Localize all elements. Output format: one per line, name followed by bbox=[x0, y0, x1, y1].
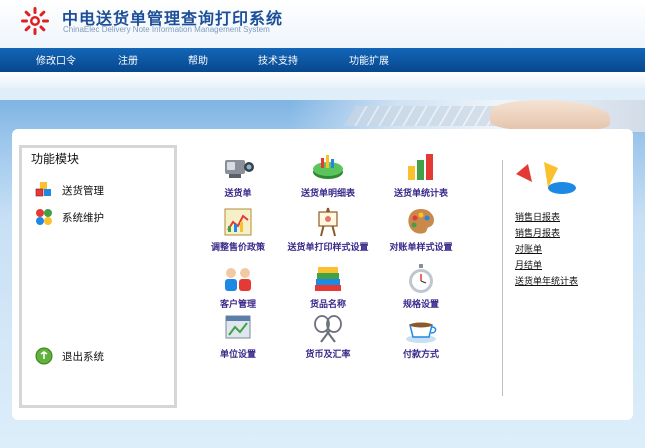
logout-label: 退出系统 bbox=[62, 350, 104, 363]
cubes-icon bbox=[35, 182, 51, 197]
grid-item-label: 对账单样式设置 bbox=[389, 243, 453, 253]
sidebar-item-maintenance[interactable]: 系统维护 bbox=[34, 206, 104, 228]
grid-item-label: 送货单统计表 bbox=[393, 189, 448, 199]
report-decoration-icon bbox=[516, 162, 576, 194]
report-link-monthly-sales[interactable]: 销售月报表 bbox=[515, 226, 560, 239]
teacup-icon bbox=[406, 322, 437, 343]
camcorder-icon bbox=[225, 160, 254, 178]
report-link-monthly-settlement[interactable]: 月结单 bbox=[515, 258, 542, 271]
nav-tech-support[interactable]: 技术支持 bbox=[258, 52, 298, 67]
pie-disk-icon bbox=[313, 155, 343, 179]
books-icon bbox=[315, 267, 341, 291]
logo-icon bbox=[21, 7, 49, 35]
grid-item-delivery-stats[interactable]: 送货单统计表 bbox=[361, 152, 481, 202]
users-icon bbox=[225, 268, 251, 291]
rackets-icon bbox=[314, 315, 342, 343]
report-link-annual-delivery-stats[interactable]: 送货单年统计表 bbox=[515, 274, 578, 287]
top-nav: 修改口令 注册 帮助 技术支持 功能扩展 bbox=[0, 48, 645, 72]
sidebar-item-label: 送货管理 bbox=[62, 184, 104, 197]
report-link-statement[interactable]: 对账单 bbox=[515, 242, 542, 255]
palette-icon bbox=[408, 209, 434, 234]
nav-shadow bbox=[0, 72, 645, 88]
grid-item-payment-methods[interactable]: 付款方式 bbox=[361, 313, 481, 363]
grid-item-label: 付款方式 bbox=[402, 350, 439, 360]
sidebar-item-label: 系统维护 bbox=[62, 211, 104, 224]
vertical-divider bbox=[502, 160, 503, 396]
report-link-daily-sales[interactable]: 销售日报表 bbox=[515, 210, 560, 223]
grid-item-label: 规格设置 bbox=[402, 300, 439, 310]
app-subtitle: ChinaElec Delivery Note Information Mana… bbox=[63, 25, 270, 34]
line-chart-icon bbox=[224, 208, 252, 236]
logout-button[interactable]: 退出系统 bbox=[34, 345, 104, 367]
logout-icon bbox=[35, 347, 53, 365]
stopwatch-icon bbox=[409, 264, 433, 293]
easel-icon bbox=[318, 207, 338, 237]
nav-help[interactable]: 帮助 bbox=[188, 52, 208, 67]
app-header: 中电送货单管理查询打印系统 ChinaElec Delivery Note In… bbox=[0, 0, 645, 48]
nav-extensions[interactable]: 功能扩展 bbox=[349, 52, 389, 67]
nav-change-password[interactable]: 修改口令 bbox=[36, 52, 76, 67]
window-icon bbox=[225, 315, 251, 339]
puzzle-icon bbox=[36, 209, 52, 225]
nav-register[interactable]: 注册 bbox=[118, 52, 138, 67]
bar-chart-icon bbox=[408, 154, 433, 180]
grid-item-statement-style[interactable]: 对账单样式设置 bbox=[361, 206, 481, 256]
grid-item-spec-settings[interactable]: 规格设置 bbox=[361, 263, 481, 313]
module-panel-title: 功能模块 bbox=[31, 152, 80, 166]
sidebar-item-delivery[interactable]: 送货管理 bbox=[34, 179, 104, 201]
keyboard-banner-image bbox=[290, 100, 645, 132]
